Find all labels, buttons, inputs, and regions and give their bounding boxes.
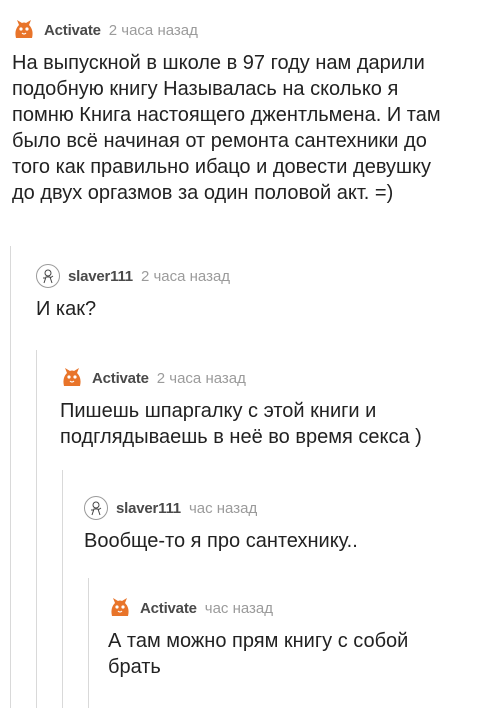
comment-timestamp[interactable]: 2 часа назад	[109, 22, 198, 39]
robot-sketch-icon[interactable]	[36, 264, 60, 288]
comment-text: И как?	[36, 298, 97, 320]
comment-text: Вообще-то я про сантехнику..	[84, 530, 358, 552]
comment-username[interactable]: Activate	[140, 600, 197, 617]
thread-indent-line	[88, 578, 89, 708]
comment-header: Activate час назад	[108, 596, 504, 620]
comment-header: Activate 2 часа назад	[12, 18, 504, 42]
comment-header: slaver111 час назад	[84, 496, 504, 520]
comment-thread: Activate 2 часа назад На выпускной в шко…	[0, 0, 504, 708]
comment-header: Activate 2 часа назад	[60, 366, 504, 390]
fox-icon[interactable]	[108, 596, 132, 620]
comment-text: А там можно прям книгу с собой брать	[108, 630, 409, 678]
comment-timestamp[interactable]: час назад	[205, 600, 273, 617]
comment-username[interactable]: slaver111	[116, 500, 181, 517]
thread-indent-line	[10, 246, 11, 708]
thread-indent-line	[36, 350, 37, 708]
comment: Activate час назад А там можно прям книг…	[108, 596, 504, 680]
fox-icon[interactable]	[60, 366, 84, 390]
comment-username[interactable]: Activate	[44, 22, 101, 39]
comment-header: slaver111 2 часа назад	[36, 264, 504, 288]
robot-sketch-icon[interactable]	[84, 496, 108, 520]
comment: Activate 2 часа назад Пишешь шпаргалку с…	[60, 366, 504, 450]
comment-timestamp[interactable]: 2 часа назад	[141, 268, 230, 285]
comment: Activate 2 часа назад На выпускной в шко…	[12, 18, 504, 206]
comment-text: На выпускной в школе в 97 году нам дарил…	[12, 52, 441, 204]
comment-timestamp[interactable]: час назад	[189, 500, 257, 517]
comment: slaver111 час назад Вообще-то я про сант…	[84, 496, 504, 554]
thread-indent-line	[62, 470, 63, 708]
comment-timestamp[interactable]: 2 часа назад	[157, 370, 246, 387]
fox-icon[interactable]	[12, 18, 36, 42]
comment-text: Пишешь шпаргалку с этой книги и подгляды…	[60, 400, 422, 448]
comment-username[interactable]: slaver111	[68, 268, 133, 285]
comment: slaver111 2 часа назад И как?	[36, 264, 504, 322]
comment-username[interactable]: Activate	[92, 370, 149, 387]
